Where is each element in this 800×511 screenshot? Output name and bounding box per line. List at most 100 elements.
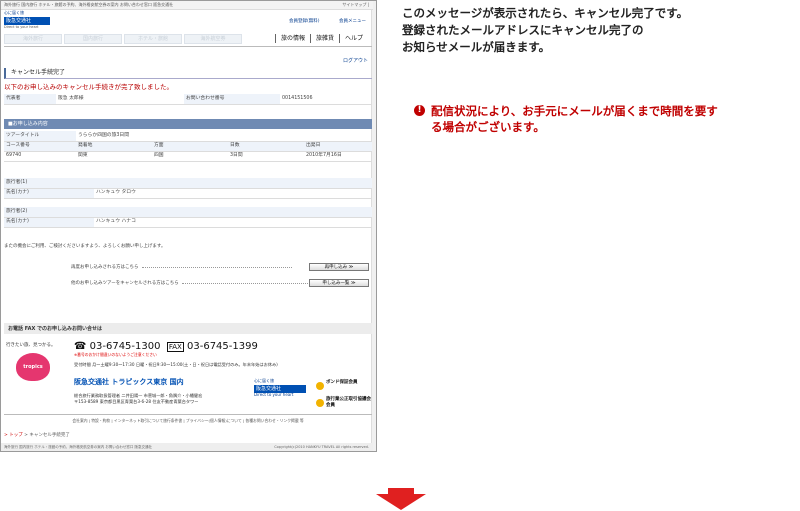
breadcrumb-top[interactable]: > トップ xyxy=(4,433,23,438)
footer-links[interactable]: 会社案内 | 特設・約款 | インターネット取引について旅行条件書 | プライバ… xyxy=(4,418,372,424)
table-cell: 出発日 xyxy=(304,141,372,152)
explanation-line-3: お知らせメールが届きます。 xyxy=(402,40,551,54)
table-cell: うららか四国の旅3日間 xyxy=(76,131,372,142)
reapply-row: 再度お申し込みされる方はこちら 再申し込み ≫ xyxy=(71,263,371,271)
tab-domestic[interactable]: 国内旅行 xyxy=(64,34,122,44)
table-cell: 69740 xyxy=(4,151,76,162)
table-row: コース番号 発着地 方面 日数 出発日 xyxy=(4,141,372,152)
table-cell: 2010年7月16日 xyxy=(304,151,372,162)
table-cell: ハンキュウ ハナコ xyxy=(94,217,372,228)
right-nav: 旅の情報 旅雑貨 ヘルプ xyxy=(274,34,368,44)
tab-hotel[interactable]: ホテル・旅館 xyxy=(124,34,182,44)
logo-tagline: 心に届く旅 xyxy=(4,10,24,15)
catch-copy: 行きたい旅、見つかる。 xyxy=(6,343,56,348)
applicant-table: 代表者 阪急 太郎様 お問い合わせ番号 0014151506 xyxy=(4,94,372,105)
warning-line-1: 配信状況により、お手元にメールが届くまで時間を要す xyxy=(431,104,718,118)
table-row: ツアータイトル うららか四国の旅3日間 xyxy=(4,131,372,142)
table-row: 氏名(カナ) ハンキュウ タロウ xyxy=(4,188,372,199)
application-list-button[interactable]: 申し込み一覧 ≫ xyxy=(309,279,369,287)
other-cancel-row: 他のお申し込みツアーをキャンセルされる方はこちら 申し込み一覧 ≫ xyxy=(71,279,371,287)
table-cell: 阪急 太郎様 xyxy=(56,94,184,105)
table-row: 代表者 阪急 太郎様 お問い合わせ番号 0014151506 xyxy=(4,94,372,105)
table-cell: 旅行者(2) xyxy=(4,207,372,218)
tour-table: ツアータイトル うららか四国の旅3日間 コース番号 発着地 方面 日数 出発日 … xyxy=(4,131,372,162)
fax-number: 03-6745-1399 xyxy=(187,341,258,352)
logo2-sub: Direct to your heart xyxy=(254,391,294,397)
dotted-leader xyxy=(141,267,292,268)
fax-label: FAX xyxy=(166,342,184,352)
reapply-label: 再度お申し込みされる方はこちら xyxy=(71,265,139,270)
divider xyxy=(4,46,372,47)
top-strip-text: 海外旅行 国内旅行 ホテル・旅館の予約、海外格安航空券の案内 お問い合わせ窓口 … xyxy=(4,2,174,7)
table-cell: コース番号 xyxy=(4,141,76,152)
contact-bar: お電話 FAX でのお申し込みお問い合せは xyxy=(4,323,372,334)
header-links: 会員登録(無料) 会員メニュー xyxy=(271,19,366,24)
table-row: 氏名(カナ) ハンキュウ ハナコ xyxy=(4,217,372,228)
table-cell: 代表者 xyxy=(4,94,56,105)
explanation-text: このメッセージが表示されたら、キャンセル完了です。 登録されたメールアドレスにキ… xyxy=(402,5,688,56)
other-cancel-label: 他のお申し込みツアーをキャンセルされる方はこちら xyxy=(71,281,179,286)
bond-member-badge: ボンド保証会員 xyxy=(316,380,372,393)
tropics-heart-logo: tropics xyxy=(16,353,50,381)
office-address: 総合旅行業務取扱管理者 二井田陽一 市菅城一郎・角隅介・小幡健宏 〒153-85… xyxy=(74,393,202,406)
copyright: Copyright(c)2010 HANKYU TRAVEL All right… xyxy=(274,445,369,449)
logo-sub: Direct to your heart xyxy=(4,24,39,29)
table-cell: 方面 xyxy=(152,141,228,152)
site-logo[interactable]: 心に届く旅 阪急交通社 Direct to your heart xyxy=(4,10,60,29)
contact-block: 行きたい旅、見つかる。 tropics ☎ 03-6745-1300 FAX 0… xyxy=(4,337,372,415)
warning-line-2: る場合がございます。 xyxy=(431,120,545,134)
register-link[interactable]: 会員登録(無料) xyxy=(289,19,320,24)
table-cell: 3日間 xyxy=(228,151,304,162)
table-cell: お問い合わせ番号 xyxy=(184,94,280,105)
table-cell: 氏名(カナ) xyxy=(4,217,94,228)
reapply-button[interactable]: 再申し込み ≫ xyxy=(309,263,369,271)
bottom-strip: 海外旅行 国内旅行 ホテル・旅館の予約、海外格安航空券の案内 お問い合わせ窓口 … xyxy=(1,443,373,451)
traveler1-table: 旅行者(1) 氏名(カナ) ハンキュウ タロウ xyxy=(4,178,372,199)
nav-help[interactable]: ヘルプ xyxy=(338,34,368,44)
traveler2-table: 旅行者(2) 氏名(カナ) ハンキュウ ハナコ xyxy=(4,207,372,228)
reception-hours: 受付時間 月～土曜9:30～17:30 日曜・祝日9:30～15:00(土・日・… xyxy=(74,362,278,367)
office-name: 阪急交通社 トラピックス東京 国内 xyxy=(74,378,184,386)
table-cell: 発着地 xyxy=(76,141,152,152)
logo2-tagline: 心に届く旅 xyxy=(254,378,274,383)
phone-note: ※番号のおかけ間違いのないようご注意ください xyxy=(74,352,157,357)
table-row: 旅行者(2) xyxy=(4,207,372,218)
closing-note: またの機会にご利用、ご検討くださいますよう、よろしくお願い申し上げます。 xyxy=(4,244,166,249)
section-header: ■お申し込み内容 xyxy=(4,119,372,129)
logo-brand: 阪急交通社 xyxy=(4,16,50,25)
nav-travel-goods[interactable]: 旅雑貨 xyxy=(309,34,339,44)
table-cell: ツアータイトル xyxy=(4,131,76,142)
fair-trade-badge: 旅行業公正取引協議会会員 xyxy=(316,397,372,410)
tab-airfare[interactable]: 海外航空券 xyxy=(184,34,242,44)
logout-link[interactable]: ログアウト xyxy=(343,58,368,64)
top-strip: 海外旅行 国内旅行 ホテル・旅館の予約、海外格安航空券の案内 お問い合わせ窓口 … xyxy=(1,1,373,10)
table-cell: ハンキュウ タロウ xyxy=(94,188,372,199)
nav-travel-info[interactable]: 旅の情報 xyxy=(274,34,310,44)
table-row: 69740 関東 四国 3日間 2010年7月16日 xyxy=(4,151,372,162)
explanation-line-2: 登録されたメールアドレスにキャンセル完了の xyxy=(402,23,644,37)
warning-text: 配信状況により、お手元にメールが届くまで時間を要す る場合がございます。 xyxy=(431,103,781,135)
screenshot-panel: 海外旅行 国内旅行 ホテル・旅館の予約、海外格安航空券の案内 お問い合わせ窓口 … xyxy=(0,0,377,452)
address-line: 〒153-8589 東京都目黒区青葉台3-6-28 住友不動産青葉台タワー xyxy=(74,399,199,405)
cancel-done-message: 以下のお申し込みのキャンセル手続きが完了致しました。 xyxy=(4,83,173,91)
explanation-line-1: このメッセージが表示されたら、キャンセル完了です。 xyxy=(402,6,689,20)
bottom-strip-text: 海外旅行 国内旅行 ホテル・旅館の予約、海外格安航空券の案内 お問い合わせ窓口 … xyxy=(4,445,152,449)
page-title: キャンセル手続完了 xyxy=(4,68,372,79)
table-row: 旅行者(1) xyxy=(4,178,372,189)
breadcrumb: > トップ > キャンセル手続完了 xyxy=(4,433,70,438)
table-cell: 四国 xyxy=(152,151,228,162)
hankyu-logo: 心に届く旅 阪急交通社 Direct to your heart xyxy=(254,378,306,405)
table-cell: 旅行者(1) xyxy=(4,178,372,189)
down-arrow-icon xyxy=(376,488,426,510)
sitemap-link[interactable]: サイトマップ | xyxy=(342,2,369,8)
table-cell: 日数 xyxy=(228,141,304,152)
nav-tabs: 海外旅行 国内旅行 ホテル・旅館 海外航空券 xyxy=(4,34,244,44)
tab-overseas[interactable]: 海外旅行 xyxy=(4,34,62,44)
table-cell: 関東 xyxy=(76,151,152,162)
table-cell: 氏名(カナ) xyxy=(4,188,94,199)
tel-number: 03-6745-1300 xyxy=(89,341,161,352)
breadcrumb-current: > キャンセル手続完了 xyxy=(24,433,70,438)
member-menu-link[interactable]: 会員メニュー xyxy=(339,19,366,24)
table-cell: 0014151506 xyxy=(280,94,372,105)
warning-icon: ! xyxy=(414,105,425,116)
